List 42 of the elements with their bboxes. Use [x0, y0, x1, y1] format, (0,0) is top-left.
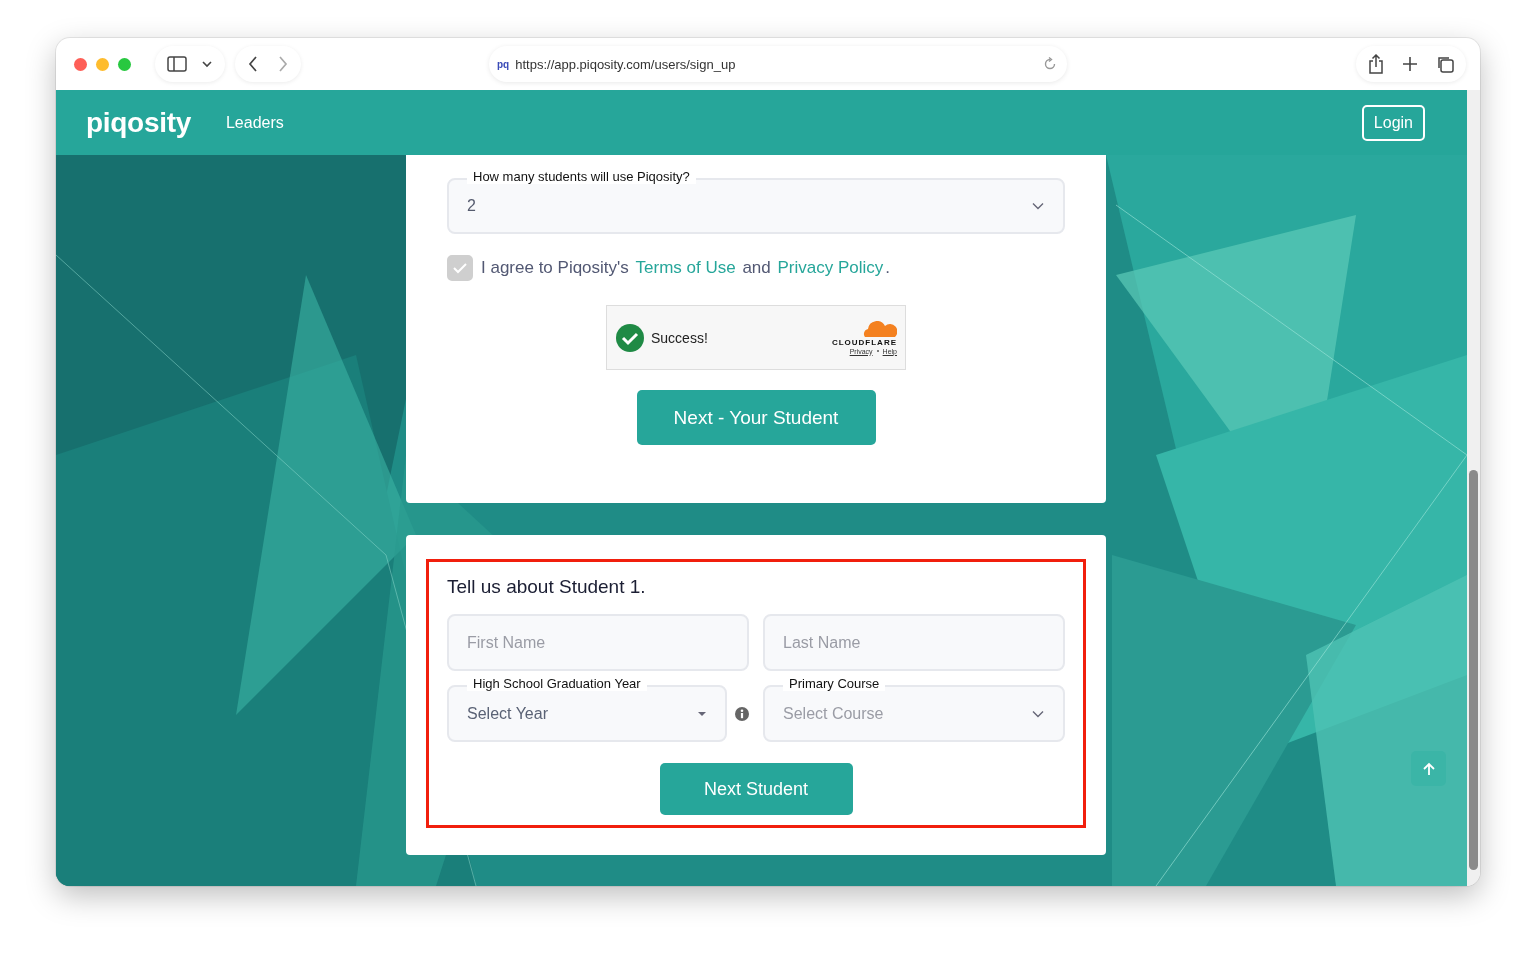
- captcha-status: Success!: [651, 329, 709, 346]
- site-favicon: pq: [497, 58, 510, 70]
- captcha-brand: CLOUDFLARE: [831, 337, 897, 347]
- success-check-icon: [615, 322, 645, 353]
- arrow-up-icon: [1421, 761, 1436, 776]
- close-button[interactable]: [74, 57, 87, 71]
- chevron-down-icon: [1031, 709, 1045, 718]
- site-logo[interactable]: piqosity: [86, 106, 191, 139]
- privacy-link[interactable]: Privacy Policy: [775, 258, 886, 277]
- forward-icon[interactable]: [277, 55, 289, 73]
- next-button[interactable]: Next - Your Student: [636, 390, 876, 445]
- share-icon[interactable]: [1368, 54, 1384, 74]
- scrollbar[interactable]: [1469, 470, 1478, 870]
- field-label: High School Graduation Year: [467, 676, 647, 691]
- caret-icon: [697, 710, 707, 717]
- minimize-button[interactable]: [96, 57, 109, 71]
- field-label: Primary Course: [783, 676, 886, 691]
- terms-link[interactable]: Terms of Use: [633, 258, 738, 277]
- section-title: Tell us about Student 1.: [447, 576, 647, 598]
- info-icon[interactable]: [735, 706, 749, 721]
- zoom-button[interactable]: [118, 57, 131, 71]
- chevron-down-icon: [1031, 202, 1045, 210]
- address-bar[interactable]: pq https://app.piqosity.com/users/sign_up: [489, 46, 1067, 82]
- first-name-field[interactable]: First Name: [447, 614, 749, 671]
- tabs-icon[interactable]: [1436, 55, 1454, 73]
- last-name-field[interactable]: Last Name: [763, 614, 1065, 671]
- nav-link[interactable]: Leaders: [225, 113, 284, 132]
- back-icon[interactable]: [247, 55, 259, 73]
- cloud-icon: [861, 320, 897, 337]
- next-student-button[interactable]: Next Student: [659, 763, 853, 815]
- sidebar-icon: [167, 56, 187, 72]
- login-button[interactable]: Login: [1361, 104, 1425, 141]
- agree-checkbox[interactable]: [447, 255, 473, 281]
- chevron-down-icon: [201, 60, 213, 68]
- terms-agreement: I agree to Piqosity's Terms of Use and Privacy Policy.: [481, 258, 891, 278]
- url-text: https://app.piqosity.com/users/sign_up: [515, 56, 737, 72]
- sidebar-menu-button[interactable]: [155, 46, 225, 82]
- scroll-top-button[interactable]: [1411, 751, 1446, 786]
- checkmark-icon: [452, 262, 468, 274]
- plus-icon[interactable]: [1402, 56, 1418, 72]
- field-label: How many students will use Piqosity?: [467, 169, 696, 184]
- reload-icon[interactable]: [1043, 57, 1057, 71]
